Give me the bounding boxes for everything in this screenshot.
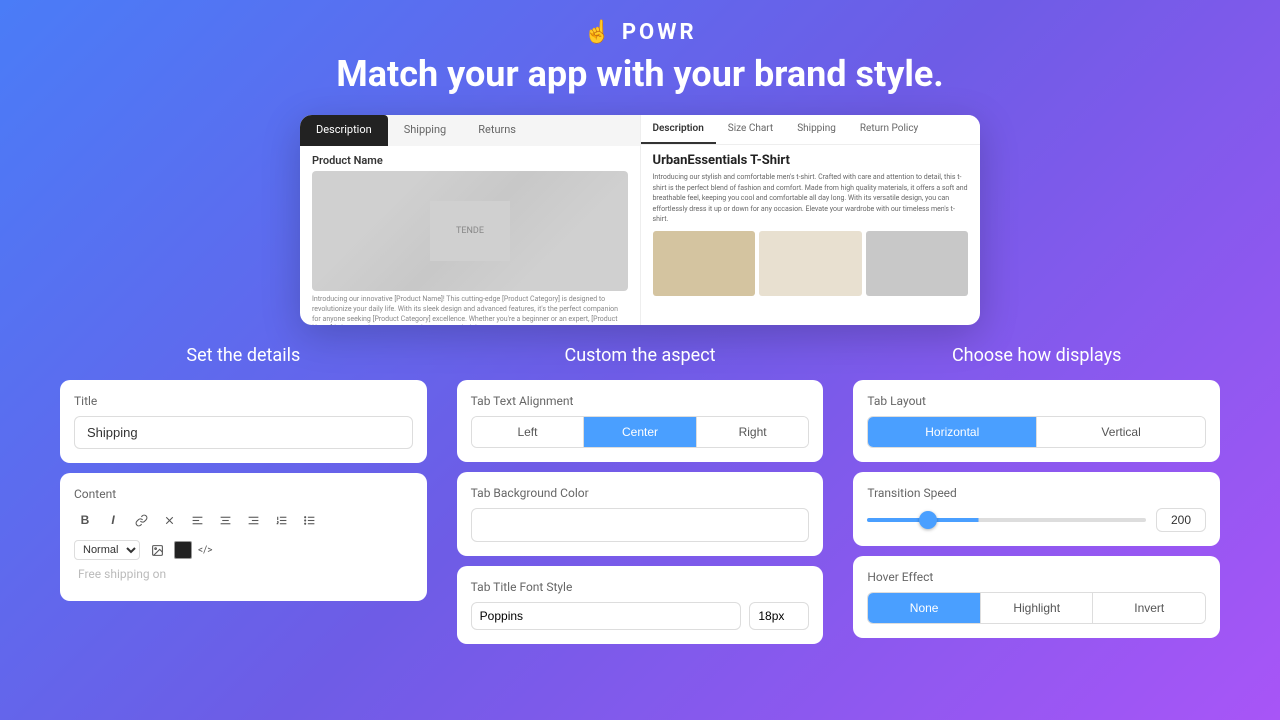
- tab-bg-color-input-row: [471, 508, 810, 542]
- align-right-tab-btn[interactable]: Right: [697, 417, 809, 447]
- tab-layout-panel: Tab Layout Horizontal Vertical: [853, 380, 1220, 462]
- preview-product-image: TENDE: [312, 171, 628, 291]
- tab-bg-color-label: Tab Background Color: [471, 486, 810, 500]
- hover-effect-label: Hover Effect: [867, 570, 1206, 584]
- tab-alignment-group: Left Center Right: [471, 416, 810, 448]
- align-right-button[interactable]: [242, 509, 264, 531]
- link-button[interactable]: [130, 509, 152, 531]
- title-panel: Title: [60, 380, 427, 463]
- text-color-swatch[interactable]: [174, 541, 192, 559]
- tab-layout-group: Horizontal Vertical: [867, 416, 1206, 448]
- font-size-input[interactable]: [749, 602, 809, 630]
- content-panel: Content B I: [60, 473, 427, 601]
- preview-img-2: [759, 231, 862, 296]
- right-tab-description[interactable]: Description: [641, 115, 716, 144]
- preview-product-name: Product Name: [300, 146, 640, 171]
- logo-icon: ☝: [583, 20, 613, 45]
- right-tab-return-policy[interactable]: Return Policy: [848, 115, 930, 144]
- set-details-section: Set the details Title Content B I: [60, 345, 427, 601]
- right-tab-size-chart[interactable]: Size Chart: [716, 115, 785, 144]
- left-tab-returns[interactable]: Returns: [462, 115, 532, 146]
- code-button[interactable]: </>: [198, 545, 212, 556]
- hover-none-btn[interactable]: None: [868, 593, 981, 623]
- align-center-button[interactable]: [214, 509, 236, 531]
- align-left-tab-btn[interactable]: Left: [472, 417, 585, 447]
- bold-button[interactable]: B: [74, 509, 96, 531]
- preview-image-inner: TENDE: [312, 171, 628, 291]
- tab-font-style-label: Tab Title Font Style: [471, 580, 810, 594]
- tab-alignment-label: Tab Text Alignment: [471, 394, 810, 408]
- align-center-tab-btn[interactable]: Center: [584, 417, 697, 447]
- transition-speed-value[interactable]: [1156, 508, 1206, 532]
- font-style-select[interactable]: Normal: [74, 540, 140, 560]
- logo-text: POWR: [622, 20, 697, 45]
- custom-aspect-section: Custom the aspect Tab Text Alignment Lef…: [457, 345, 824, 644]
- title-input[interactable]: [74, 416, 413, 449]
- left-tab-description[interactable]: Description: [300, 115, 388, 146]
- choose-displays-title: Choose how displays: [853, 345, 1220, 366]
- preview-right-images: [641, 231, 981, 296]
- transition-speed-panel: Transition Speed: [853, 472, 1220, 546]
- preview-img-3: [866, 231, 969, 296]
- image-button[interactable]: [146, 539, 168, 561]
- tab-font-style-panel: Tab Title Font Style: [457, 566, 824, 644]
- right-tab-bar: Description Size Chart Shipping Return P…: [641, 115, 981, 145]
- bottom-sections: Set the details Title Content B I: [0, 325, 1280, 644]
- choose-displays-section: Choose how displays Tab Layout Horizonta…: [853, 345, 1220, 638]
- headline: Match your app with your brand style.: [336, 53, 943, 95]
- right-tab-shipping[interactable]: Shipping: [785, 115, 848, 144]
- transition-speed-slider[interactable]: [867, 518, 1146, 522]
- logo: ☝ POWR: [583, 20, 696, 45]
- hover-effect-group: None Highlight Invert: [867, 592, 1206, 624]
- ordered-list-button[interactable]: [270, 509, 292, 531]
- transition-speed-label: Transition Speed: [867, 486, 1206, 500]
- preview-right-desc: Introducing our stylish and comfortable …: [641, 172, 981, 231]
- preview-img-1: [653, 231, 756, 296]
- italic-button[interactable]: I: [102, 509, 124, 531]
- transition-speed-row: [867, 508, 1206, 532]
- font-style-row: [471, 602, 810, 630]
- preview-left: Description Shipping Returns Product Nam…: [300, 115, 641, 325]
- tab-bg-color-panel: Tab Background Color: [457, 472, 824, 556]
- content-preview-text: Free shipping on: [74, 561, 413, 587]
- preview-right: Description Size Chart Shipping Return P…: [641, 115, 981, 325]
- font-family-input[interactable]: [471, 602, 742, 630]
- tab-layout-label: Tab Layout: [867, 394, 1206, 408]
- clear-format-button[interactable]: [158, 509, 180, 531]
- align-left-button[interactable]: [186, 509, 208, 531]
- set-details-title: Set the details: [60, 345, 427, 366]
- title-label: Title: [74, 394, 413, 408]
- header: ☝ POWR Match your app with your brand st…: [0, 0, 1280, 115]
- preview-desc-text: Introducing our innovative [Product Name…: [300, 291, 640, 325]
- layout-horizontal-btn[interactable]: Horizontal: [868, 417, 1037, 447]
- tab-bg-color-input[interactable]: [472, 514, 809, 536]
- product-image-svg: TENDE: [430, 201, 510, 261]
- content-toolbar: B I: [74, 509, 413, 531]
- left-tab-shipping[interactable]: Shipping: [388, 115, 463, 146]
- layout-vertical-btn[interactable]: Vertical: [1037, 417, 1205, 447]
- hover-highlight-btn[interactable]: Highlight: [981, 593, 1094, 623]
- content-label: Content: [74, 487, 413, 501]
- unordered-list-button[interactable]: [298, 509, 320, 531]
- hover-invert-btn[interactable]: Invert: [1093, 593, 1205, 623]
- left-tab-bar: Description Shipping Returns: [300, 115, 640, 146]
- svg-text:TENDE: TENDE: [456, 226, 484, 236]
- hover-effect-panel: Hover Effect None Highlight Invert: [853, 556, 1220, 638]
- tab-alignment-panel: Tab Text Alignment Left Center Right: [457, 380, 824, 462]
- preview-right-title: UrbanEssentials T-Shirt: [641, 145, 981, 172]
- custom-aspect-title: Custom the aspect: [457, 345, 824, 366]
- preview-card: Description Shipping Returns Product Nam…: [300, 115, 980, 325]
